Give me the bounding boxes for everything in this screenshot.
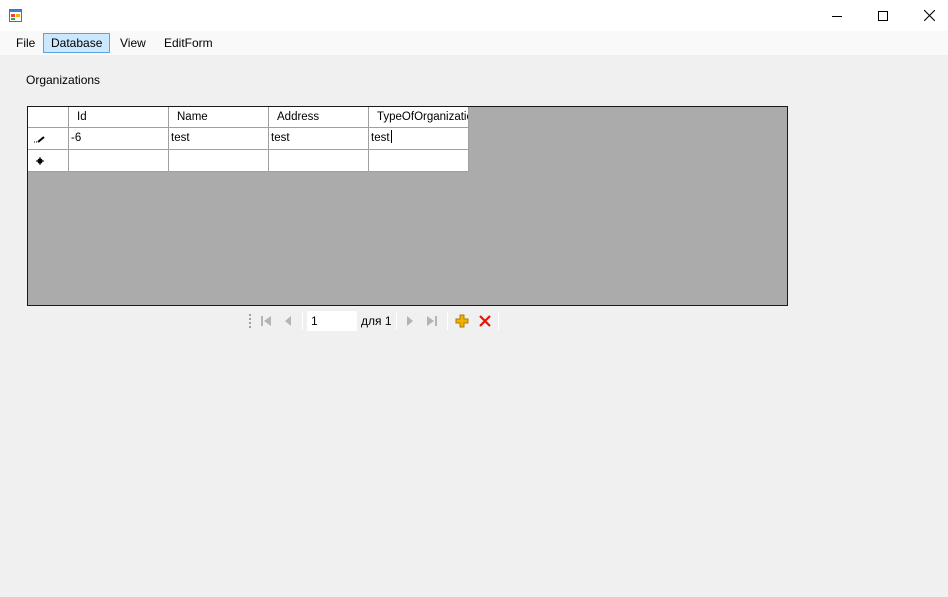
minimize-icon xyxy=(832,15,842,17)
maximize-icon xyxy=(878,10,888,21)
organizations-grid[interactable]: Id Name Address TypeOfOrganizatior -6 te… xyxy=(27,106,788,306)
cell-address[interactable]: test xyxy=(269,128,369,150)
move-next-button[interactable] xyxy=(400,311,420,331)
new-cell-id[interactable] xyxy=(69,150,169,172)
separator xyxy=(302,312,303,330)
new-cell-name[interactable] xyxy=(169,150,269,172)
menu-database[interactable]: Database xyxy=(43,33,111,53)
menu-editform[interactable]: EditForm xyxy=(156,33,221,53)
column-header-name[interactable]: Name xyxy=(169,107,269,128)
add-new-icon xyxy=(455,314,469,328)
cell-id[interactable]: -6 xyxy=(69,128,169,150)
title-bar xyxy=(0,0,948,31)
new-row-icon xyxy=(36,157,44,165)
grid-corner-header[interactable] xyxy=(28,107,69,128)
cell-name[interactable]: test xyxy=(169,128,269,150)
new-cell-address[interactable] xyxy=(269,150,369,172)
app-form-icon xyxy=(9,9,22,22)
row-header-editing[interactable] xyxy=(28,128,69,150)
move-previous-icon xyxy=(285,316,291,326)
column-header-id[interactable]: Id xyxy=(69,107,169,128)
pencil-icon xyxy=(34,136,45,143)
row-header-new[interactable] xyxy=(28,150,69,172)
column-header-type-of-organization[interactable]: TypeOfOrganizatior xyxy=(369,107,469,128)
move-previous-button[interactable] xyxy=(278,311,298,331)
move-last-icon xyxy=(427,316,437,326)
menu-view[interactable]: View xyxy=(112,33,154,53)
delete-button[interactable] xyxy=(475,311,495,331)
close-button[interactable] xyxy=(906,0,948,31)
move-next-icon xyxy=(407,316,413,326)
separator xyxy=(447,312,448,330)
column-header-address[interactable]: Address xyxy=(269,107,369,128)
cell-type-text: test xyxy=(371,132,390,144)
grip-handle[interactable] xyxy=(248,313,252,329)
delete-icon xyxy=(479,315,491,327)
close-icon xyxy=(923,10,935,21)
text-caret xyxy=(390,130,392,143)
menu-bar: File Database View EditForm xyxy=(0,31,948,55)
maximize-button[interactable] xyxy=(860,0,906,31)
menu-file[interactable]: File xyxy=(8,33,43,53)
count-label: для 1 xyxy=(361,314,392,328)
add-new-button[interactable] xyxy=(452,311,472,331)
binding-navigator: для 1 xyxy=(245,309,505,333)
minimize-button[interactable] xyxy=(814,0,860,31)
move-first-icon xyxy=(261,316,271,326)
cell-type-of-organization[interactable]: test xyxy=(369,128,469,150)
separator xyxy=(396,312,397,330)
separator xyxy=(498,312,499,330)
move-last-button[interactable] xyxy=(422,311,442,331)
move-first-button[interactable] xyxy=(256,311,276,331)
position-input[interactable] xyxy=(307,311,357,331)
new-cell-type-of-organization[interactable] xyxy=(369,150,469,172)
organizations-label: Organizations xyxy=(26,73,101,87)
